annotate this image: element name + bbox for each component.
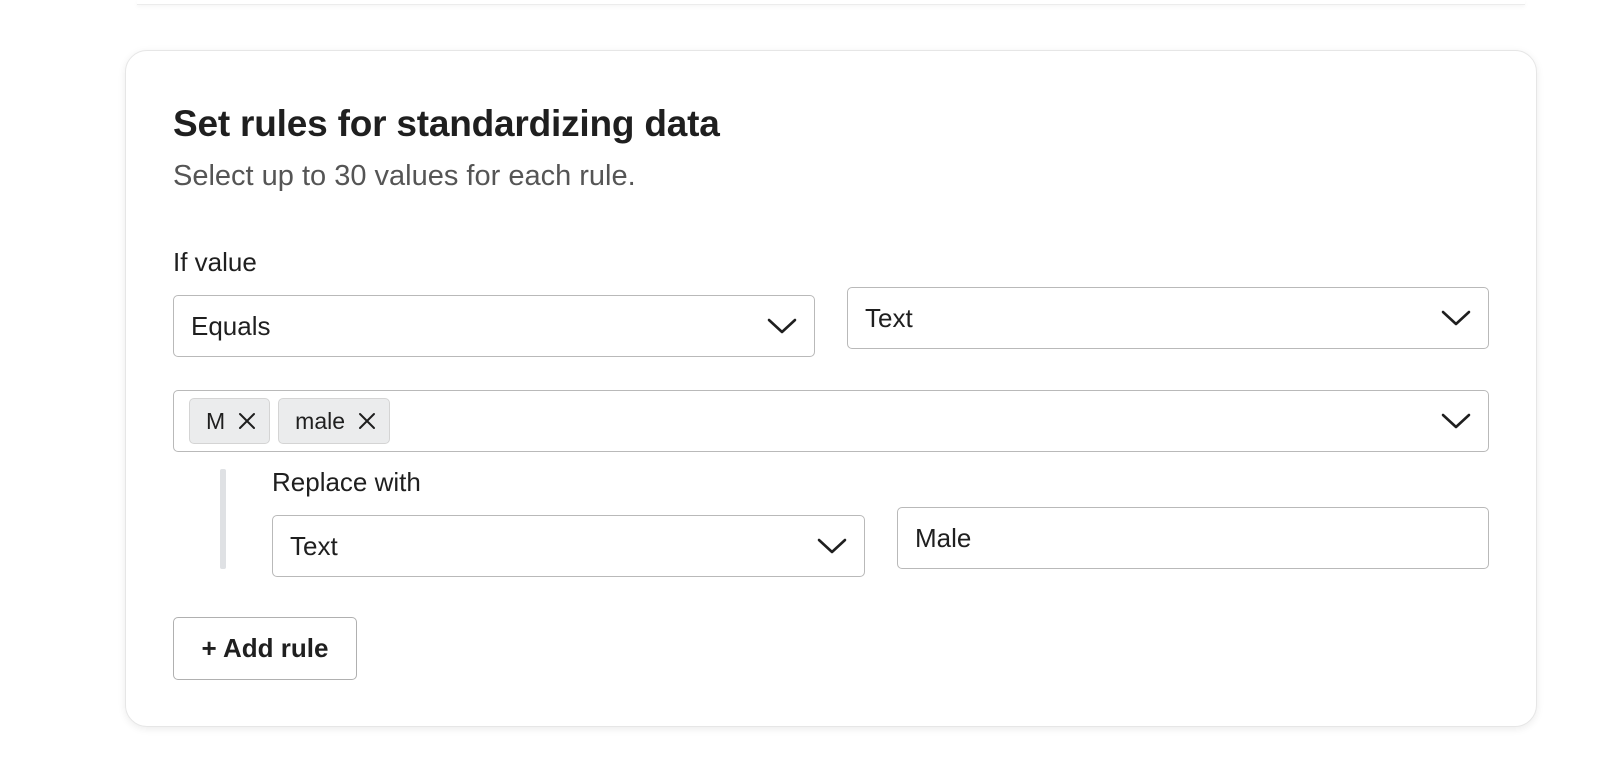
selected-values: M male <box>189 398 1438 444</box>
if-value-label: If value <box>173 247 257 277</box>
match-type-select[interactable]: Text <box>847 287 1489 349</box>
value-chip: M <box>189 398 271 444</box>
replace-value-text: Male <box>915 522 972 553</box>
chevron-down-icon <box>1438 403 1474 439</box>
match-type-select-value: Text <box>865 302 913 333</box>
card-subtitle: Select up to 30 values for each rule. <box>173 160 636 192</box>
chevron-down-icon <box>764 308 800 344</box>
value-chip-label: M <box>206 407 226 434</box>
value-chip-label: male <box>295 407 346 434</box>
nested-rule-indicator <box>220 469 226 569</box>
previous-section-edge <box>137 0 1525 5</box>
replace-type-select[interactable]: Text <box>272 515 865 577</box>
chevron-down-icon <box>814 528 850 564</box>
values-multiselect[interactable]: M male <box>173 390 1489 452</box>
chevron-down-icon <box>1438 300 1474 336</box>
replace-type-select-value: Text <box>290 530 338 561</box>
replace-with-label: Replace with <box>272 467 421 497</box>
card-title: Set rules for standardizing data <box>173 103 720 144</box>
operator-select[interactable]: Equals <box>173 295 815 357</box>
close-icon[interactable] <box>237 411 257 431</box>
replace-value-input[interactable]: Male <box>897 507 1489 569</box>
standardize-rules-card: Set rules for standardizing data Select … <box>125 50 1537 727</box>
operator-select-value: Equals <box>191 310 271 341</box>
add-rule-button[interactable]: + Add rule <box>173 617 357 680</box>
close-icon[interactable] <box>357 411 377 431</box>
value-chip: male <box>278 398 391 444</box>
